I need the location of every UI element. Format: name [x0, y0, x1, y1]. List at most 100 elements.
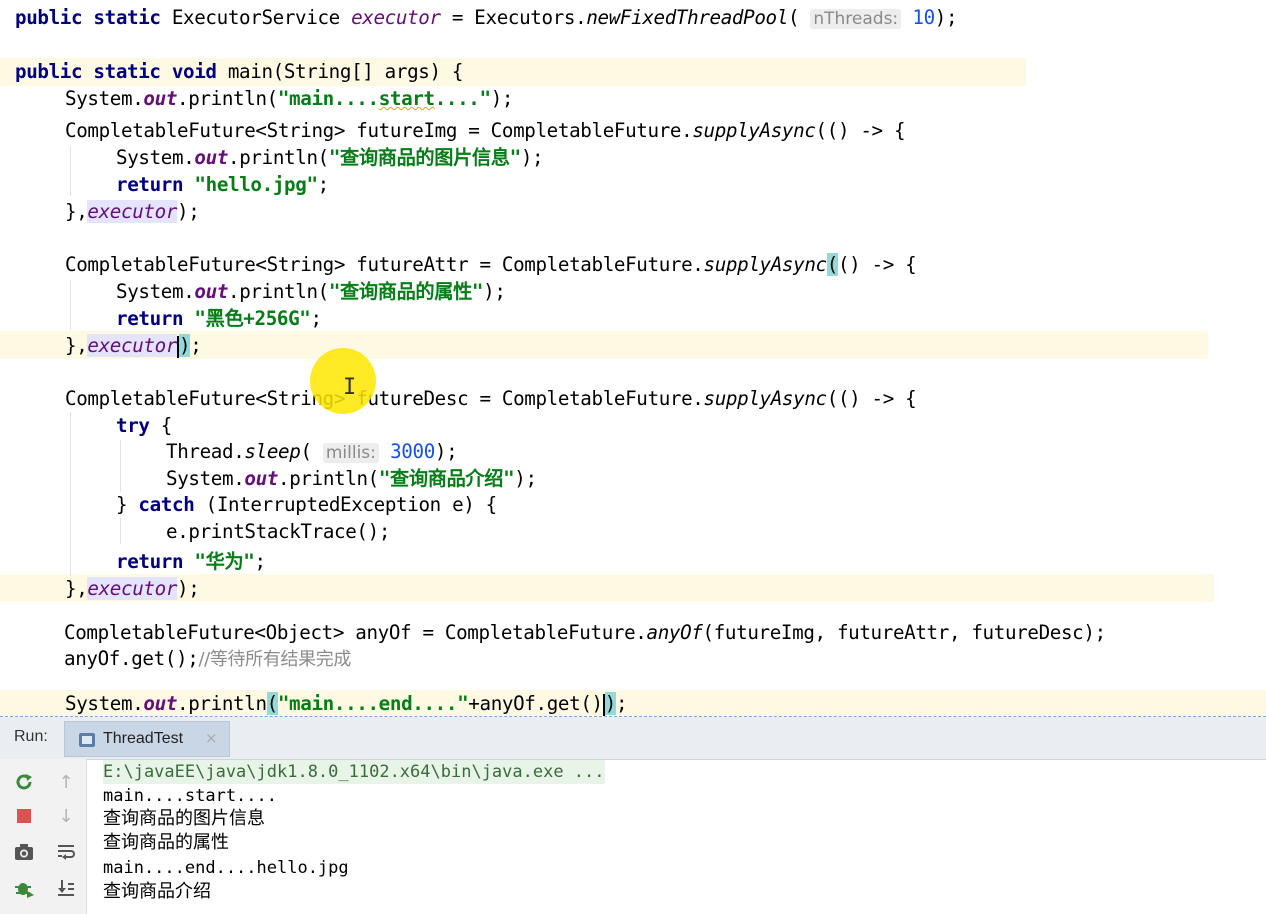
field-name: executor: [351, 6, 441, 29]
indent-guide: [70, 146, 71, 196]
string-literal: start: [378, 87, 435, 110]
run-toolbar: [0, 759, 47, 914]
code-text: );: [177, 200, 200, 223]
code-line-catch[interactable]: } catch (InterruptedException e) {: [116, 492, 497, 518]
code-text: e.printStackTrace();: [166, 520, 391, 543]
field-name: out: [194, 280, 229, 303]
keyword: try: [116, 414, 150, 437]
indent-guide: [120, 518, 121, 544]
code-text: (() -> {: [815, 119, 906, 142]
stop-icon[interactable]: [12, 805, 36, 829]
code-line-img-close[interactable]: },executor);: [65, 199, 200, 225]
keyword: return: [116, 173, 184, 196]
matched-paren: (: [826, 253, 838, 276]
code-line-stacktrace[interactable]: e.printStackTrace();: [166, 519, 390, 545]
keyword: public static void: [15, 60, 217, 83]
code-text: }: [116, 493, 139, 516]
code-text: );: [520, 146, 544, 169]
code-text: ExecutorService: [160, 6, 352, 29]
ibeam-cursor-icon: I: [343, 375, 357, 400]
keyword: public static: [15, 6, 161, 29]
arrow-up-icon[interactable]: ↑: [54, 771, 78, 795]
code-text: },: [65, 577, 88, 600]
debug-bug-icon[interactable]: [12, 877, 36, 901]
code-text: ;: [254, 550, 267, 573]
keyword: catch: [138, 493, 195, 516]
code-text: CompletableFuture<String> futureImg = Co…: [65, 119, 693, 142]
method-name: supplyAsync: [703, 253, 828, 276]
method-name: supplyAsync: [692, 119, 816, 142]
camera-icon[interactable]: [12, 841, 36, 865]
console-line: E:\javaEE\java\jdk1.8.0_1102.x64\bin\jav…: [103, 760, 605, 784]
rerun-icon[interactable]: [12, 771, 36, 795]
code-text: .println(: [177, 87, 278, 110]
code-line-future-attr[interactable]: CompletableFuture<String> futureAttr = C…: [65, 252, 917, 278]
code-text: },: [65, 334, 88, 357]
code-line-try[interactable]: try {: [116, 413, 172, 439]
run-tab-threadtest[interactable]: ThreadTest ×: [64, 721, 230, 757]
code-text: ;: [190, 334, 202, 357]
parameter-hint: millis:: [322, 443, 379, 463]
code-line-future-desc[interactable]: CompletableFuture<String> futureDesc = C…: [65, 386, 917, 412]
code-line-desc-print[interactable]: System.out.println("查询商品介绍");: [166, 466, 537, 492]
code-line-print-end[interactable]: System.out.println("main....end...."+any…: [65, 691, 627, 716]
run-tab-label: ThreadTest: [103, 730, 184, 747]
code-line-img-print[interactable]: System.out.println("查询商品的图片信息");: [116, 145, 544, 171]
console-line: main....start....: [103, 786, 277, 806]
code-line-anyof-get[interactable]: anyOf.get();//等待所有结果完成: [64, 646, 351, 672]
matched-paren: ): [179, 334, 191, 357]
arrow-down-icon[interactable]: ↓: [54, 805, 78, 829]
scroll-to-end-icon[interactable]: [54, 877, 78, 901]
console-line: 查询商品的图片信息: [103, 808, 265, 829]
code-text: CompletableFuture<String> futureAttr = C…: [65, 253, 704, 276]
indent-guide: [70, 412, 71, 576]
code-text: .println(: [228, 146, 329, 169]
code-line-attr-return[interactable]: return "黑色+256G";: [116, 306, 322, 332]
matched-paren: ): [604, 692, 616, 715]
code-text: ;: [317, 173, 330, 196]
close-icon[interactable]: ×: [205, 729, 218, 747]
code-text: (InterruptedException e) {: [194, 493, 498, 516]
method-name: newFixedThreadPool: [586, 6, 788, 29]
indent-guide: [120, 440, 121, 492]
code-editor[interactable]: public static ExecutorService executor =…: [0, 0, 1266, 716]
number-literal: 10: [901, 6, 935, 29]
code-text: );: [490, 87, 514, 110]
code-line-sleep[interactable]: Thread.sleep( millis: 3000);: [166, 439, 458, 465]
method-name: anyOf: [646, 621, 703, 644]
string-literal: ....": [434, 87, 491, 110]
code-line-anyof[interactable]: CompletableFuture<Object> anyOf = Comple…: [64, 620, 1106, 646]
code-line-print-start[interactable]: System.out.println("main....start....");: [65, 86, 513, 112]
code-text: );: [514, 467, 537, 490]
code-text: CompletableFuture<Object> anyOf = Comple…: [64, 621, 647, 644]
code-line-future-img[interactable]: CompletableFuture<String> futureImg = Co…: [65, 118, 906, 144]
string-literal: "查询商品的图片信息": [328, 146, 521, 169]
code-line-attr-close[interactable]: },executor);: [65, 333, 202, 359]
string-literal: "main....: [277, 87, 379, 110]
code-text: System.: [65, 692, 144, 715]
field-name: out: [143, 692, 178, 715]
code-text: );: [483, 280, 506, 303]
code-text: System.: [116, 280, 195, 303]
code-text: );: [177, 577, 200, 600]
code-comment: //等待所有结果完成: [198, 649, 352, 670]
code-line-desc-return[interactable]: return "华为";: [116, 549, 266, 575]
field-name: executo: [87, 334, 166, 357]
code-text: );: [434, 440, 458, 463]
run-header: Run: ThreadTest ×: [0, 717, 1266, 760]
soft-wrap-icon[interactable]: [54, 841, 78, 865]
code-line-executor[interactable]: public static ExecutorService executor =…: [15, 5, 958, 31]
code-text: .println: [177, 692, 267, 715]
field-name: executor: [87, 577, 178, 600]
code-line-main[interactable]: public static void main(String[] args) {: [15, 59, 463, 85]
run-tool-window[interactable]: Run: ThreadTest × ↑ ↓ E:\javaEE\java\jdk…: [0, 716, 1266, 914]
indent-guide: [70, 280, 71, 330]
code-line-img-return[interactable]: return "hello.jpg";: [116, 172, 329, 198]
keyword: return: [116, 307, 184, 330]
field-name: out: [194, 146, 229, 169]
code-line-desc-close[interactable]: },executor);: [65, 576, 200, 602]
keyword: return: [116, 550, 184, 573]
code-line-attr-print[interactable]: System.out.println("查询商品的属性");: [116, 279, 506, 305]
code-text: Thread.: [166, 440, 245, 463]
console-line: 查询商品介绍: [103, 881, 211, 902]
